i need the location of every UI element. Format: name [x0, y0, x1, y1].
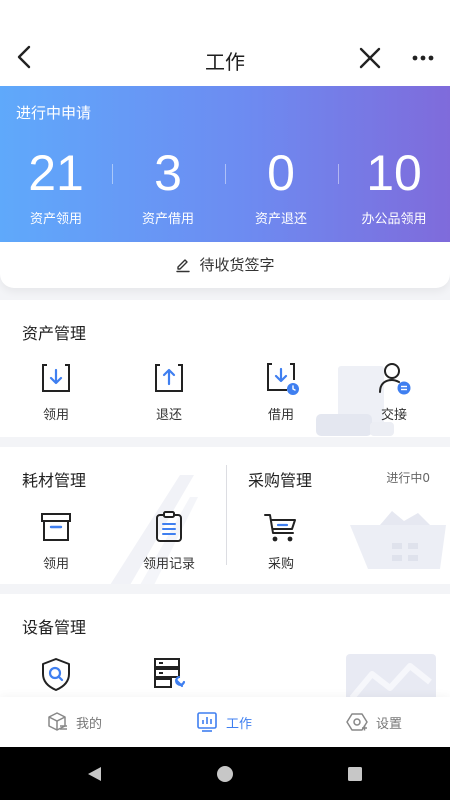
- settings-icon: [346, 713, 368, 731]
- purchase-status[interactable]: 进行中0: [386, 469, 430, 486]
- pending-signature-label: 待收货签字: [199, 256, 275, 274]
- section-divider: [226, 465, 227, 565]
- tab-work-label: 工作: [226, 716, 253, 732]
- receive-icon: [42, 364, 70, 392]
- tab-settings[interactable]: 设置: [346, 711, 402, 733]
- consumables-record-button[interactable]: 领用记录: [129, 509, 209, 572]
- asset-management-card: 资产管理 领用 退还 借用 交接: [0, 300, 450, 437]
- borrow-icon: [267, 363, 299, 395]
- stat-label: 资产借用: [141, 212, 194, 227]
- chart-illustration-icon: [346, 654, 436, 697]
- dashboard-icon: [197, 712, 217, 732]
- pen-icon: [176, 259, 191, 273]
- asset-receive-button[interactable]: 领用: [16, 360, 96, 423]
- tab-mine[interactable]: 我的: [46, 711, 102, 733]
- pending-signature-bar[interactable]: 待收货签字: [0, 242, 450, 288]
- asset-return-label: 退还: [155, 408, 182, 423]
- stat-value: 10: [366, 145, 422, 201]
- consumables-record-label: 领用记录: [142, 557, 195, 572]
- consumables-title: 耗材管理: [22, 471, 87, 490]
- tab-mine-label: 我的: [76, 716, 103, 732]
- stat-label: 资产退还: [254, 212, 307, 227]
- close-icon[interactable]: [358, 46, 382, 70]
- asset-handover-label: 交接: [380, 408, 407, 423]
- tab-settings-label: 设置: [376, 716, 403, 732]
- cart-illustration-icon: [350, 511, 446, 569]
- stat-value: 21: [28, 145, 84, 201]
- consumables-receive-label: 领用: [42, 557, 69, 572]
- asset-borrow-button[interactable]: 借用: [241, 360, 321, 423]
- in-progress-title: 进行中申请: [16, 104, 92, 122]
- more-options-icon[interactable]: [410, 48, 436, 68]
- cube-icon: [48, 712, 67, 731]
- handover-icon: [379, 363, 411, 395]
- asset-handover-button[interactable]: 交接: [354, 360, 434, 423]
- system-back-icon[interactable]: [85, 765, 103, 783]
- stat-label: 办公品领用: [361, 212, 427, 227]
- stat-value: 3: [154, 145, 182, 201]
- server-wrench-icon: [154, 658, 186, 688]
- stat-asset-borrow[interactable]: 3 资产借用: [112, 144, 224, 227]
- top-bar: 工作: [0, 0, 450, 86]
- shield-search-icon: [42, 658, 70, 691]
- bottom-tab-bar: 我的 工作 设置: [0, 697, 450, 747]
- stat-asset-return[interactable]: 0 资产退还: [225, 144, 337, 227]
- asset-borrow-label: 借用: [267, 408, 294, 423]
- page-title: 工作: [205, 50, 245, 74]
- equipment-management-card: 设备管理: [0, 594, 450, 697]
- asset-return-button[interactable]: 退还: [129, 360, 209, 423]
- purchase-title: 采购管理: [248, 471, 313, 490]
- asset-management-title: 资产管理: [22, 324, 87, 343]
- box-icon: [41, 513, 71, 541]
- clipboard-icon: [156, 511, 182, 542]
- stat-office-supplies[interactable]: 10 办公品领用: [338, 144, 450, 227]
- system-navigation-bar: [0, 747, 450, 800]
- cart-icon: [264, 514, 296, 542]
- asset-receive-label: 领用: [42, 408, 69, 423]
- stat-value: 0: [267, 145, 295, 201]
- consumables-purchase-card: 耗材管理 领用 领用记录 采购管理 进行中0 采购: [0, 447, 450, 584]
- equipment-management-title: 设备管理: [22, 618, 87, 637]
- stat-asset-receive[interactable]: 21 资产领用: [0, 144, 112, 227]
- tab-work[interactable]: 工作: [196, 711, 252, 733]
- system-home-icon[interactable]: [216, 765, 234, 783]
- system-recents-icon[interactable]: [346, 765, 364, 783]
- purchase-button[interactable]: 采购: [241, 509, 321, 572]
- in-progress-panel: 进行中申请 21 资产领用 3 资产借用 0 资产退还 10 办公品领用: [0, 86, 450, 242]
- return-icon: [155, 364, 183, 392]
- stat-label: 资产领用: [29, 212, 82, 227]
- consumables-receive-button[interactable]: 领用: [16, 509, 96, 572]
- equipment-maintain-button[interactable]: [129, 656, 209, 696]
- purchase-label: 采购: [267, 557, 294, 572]
- equipment-inspect-button[interactable]: [16, 656, 96, 696]
